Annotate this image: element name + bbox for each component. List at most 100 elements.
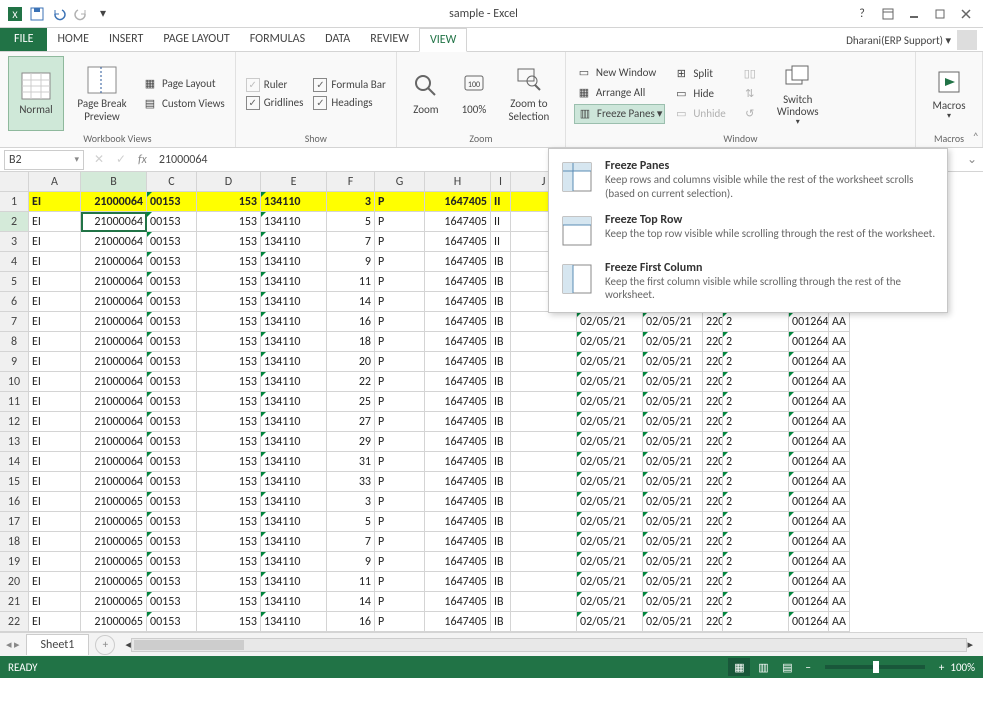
cell[interactable]: EI — [29, 512, 81, 532]
cell[interactable]: 2 — [723, 432, 789, 452]
cell[interactable]: 134110 — [261, 292, 327, 312]
cell[interactable]: 21000064 — [81, 192, 147, 212]
cell[interactable]: 02/05/21 — [577, 532, 643, 552]
cell[interactable]: 153 — [197, 472, 261, 492]
cell[interactable]: 1647405 — [425, 572, 491, 592]
cell[interactable]: 00126453 — [789, 432, 829, 452]
cell[interactable]: 153 — [197, 452, 261, 472]
cell[interactable]: 00153 — [147, 472, 197, 492]
cell[interactable]: EI — [29, 352, 81, 372]
cell[interactable]: II — [491, 212, 511, 232]
cell[interactable]: 134110 — [261, 592, 327, 612]
cell[interactable]: 11 — [327, 272, 375, 292]
tab-review[interactable]: REVIEW — [360, 28, 419, 51]
cell[interactable]: 21000064 — [81, 332, 147, 352]
add-sheet-button[interactable]: + — [95, 635, 115, 655]
cell[interactable]: 134110 — [261, 392, 327, 412]
cell[interactable]: 220012 — [703, 312, 723, 332]
cell[interactable] — [511, 372, 577, 392]
headings-checkbox[interactable]: ✓Headings — [311, 95, 387, 111]
row-header[interactable]: 14 — [0, 452, 29, 472]
cell[interactable]: 21000065 — [81, 612, 147, 632]
cell[interactable]: 21000064 — [81, 252, 147, 272]
cell[interactable]: 02/05/21 — [643, 412, 703, 432]
cell[interactable]: 00153 — [147, 532, 197, 552]
cell[interactable]: 1647405 — [425, 252, 491, 272]
tab-formulas[interactable]: FORMULAS — [240, 28, 315, 51]
cell[interactable]: EI — [29, 492, 81, 512]
cell[interactable]: 1647405 — [425, 372, 491, 392]
cell[interactable]: 153 — [197, 392, 261, 412]
cell[interactable]: 29 — [327, 432, 375, 452]
cell[interactable]: AA — [829, 512, 850, 532]
cell[interactable]: P — [375, 332, 425, 352]
cell[interactable]: 1647405 — [425, 212, 491, 232]
cell[interactable]: 02/05/21 — [643, 352, 703, 372]
cell[interactable]: P — [375, 312, 425, 332]
ribbon-display-icon[interactable] — [875, 3, 901, 25]
cell[interactable]: P — [375, 252, 425, 272]
cell[interactable]: IB — [491, 292, 511, 312]
cell[interactable]: 153 — [197, 412, 261, 432]
new-window-button[interactable]: ▭New Window — [574, 64, 665, 82]
cell[interactable]: 00153 — [147, 512, 197, 532]
cell[interactable]: 02/05/21 — [577, 472, 643, 492]
cell[interactable]: 21000065 — [81, 512, 147, 532]
cell[interactable]: 220016 — [703, 572, 723, 592]
cell[interactable]: EI — [29, 192, 81, 212]
page-layout-view-icon[interactable]: ▥ — [752, 658, 774, 676]
cell[interactable]: 27 — [327, 412, 375, 432]
cell[interactable]: AA — [829, 312, 850, 332]
cell[interactable]: 02/05/21 — [643, 532, 703, 552]
cell[interactable]: EI — [29, 432, 81, 452]
formula-bar-checkbox[interactable]: ✓Formula Bar — [311, 77, 387, 93]
cell[interactable]: 21000064 — [81, 472, 147, 492]
cell[interactable]: 134110 — [261, 232, 327, 252]
row-header[interactable]: 1 — [0, 192, 29, 212]
cell[interactable]: P — [375, 472, 425, 492]
cell[interactable]: 134110 — [261, 312, 327, 332]
cell[interactable]: 134110 — [261, 612, 327, 632]
cell[interactable]: P — [375, 492, 425, 512]
cell[interactable]: 16 — [327, 312, 375, 332]
cell[interactable]: 21000064 — [81, 272, 147, 292]
cell[interactable]: EI — [29, 292, 81, 312]
cell[interactable]: 00153 — [147, 552, 197, 572]
cell[interactable]: 220012 — [703, 452, 723, 472]
qat-customize-icon[interactable]: ▾ — [92, 3, 114, 25]
normal-view-button[interactable]: Normal — [8, 56, 64, 131]
cell[interactable]: 02/05/21 — [577, 312, 643, 332]
sheet-tab[interactable]: Sheet1 — [26, 634, 90, 655]
cell[interactable]: 00126453 — [789, 332, 829, 352]
cell[interactable] — [511, 312, 577, 332]
cell[interactable]: IB — [491, 352, 511, 372]
cell[interactable]: 2 — [723, 392, 789, 412]
col-header[interactable]: H — [425, 172, 491, 192]
zoom-slider[interactable] — [825, 665, 925, 669]
cell[interactable]: 16 — [327, 612, 375, 632]
cell[interactable] — [511, 452, 577, 472]
cell[interactable]: 2 — [723, 492, 789, 512]
cell[interactable]: 134110 — [261, 472, 327, 492]
cell[interactable]: IB — [491, 532, 511, 552]
cell[interactable]: 21000065 — [81, 492, 147, 512]
row-header[interactable]: 4 — [0, 252, 29, 272]
cell[interactable]: 1647405 — [425, 232, 491, 252]
horizontal-scrollbar[interactable]: ◂▸ — [115, 638, 983, 652]
cell[interactable]: 1647405 — [425, 492, 491, 512]
cell[interactable] — [511, 572, 577, 592]
cell[interactable]: 7 — [327, 532, 375, 552]
cell[interactable]: AA — [829, 392, 850, 412]
cell[interactable]: 1647405 — [425, 612, 491, 632]
cell[interactable]: 1647405 — [425, 332, 491, 352]
cell[interactable]: 02/05/21 — [643, 432, 703, 452]
cell[interactable]: 220012 — [703, 352, 723, 372]
cell[interactable]: 21000064 — [81, 292, 147, 312]
cell[interactable]: AA — [829, 572, 850, 592]
cell[interactable]: P — [375, 572, 425, 592]
cell[interactable]: 20 — [327, 352, 375, 372]
cell[interactable]: 2 — [723, 312, 789, 332]
row-header[interactable]: 15 — [0, 472, 29, 492]
cell[interactable]: 2 — [723, 592, 789, 612]
cell[interactable]: 21000064 — [81, 432, 147, 452]
